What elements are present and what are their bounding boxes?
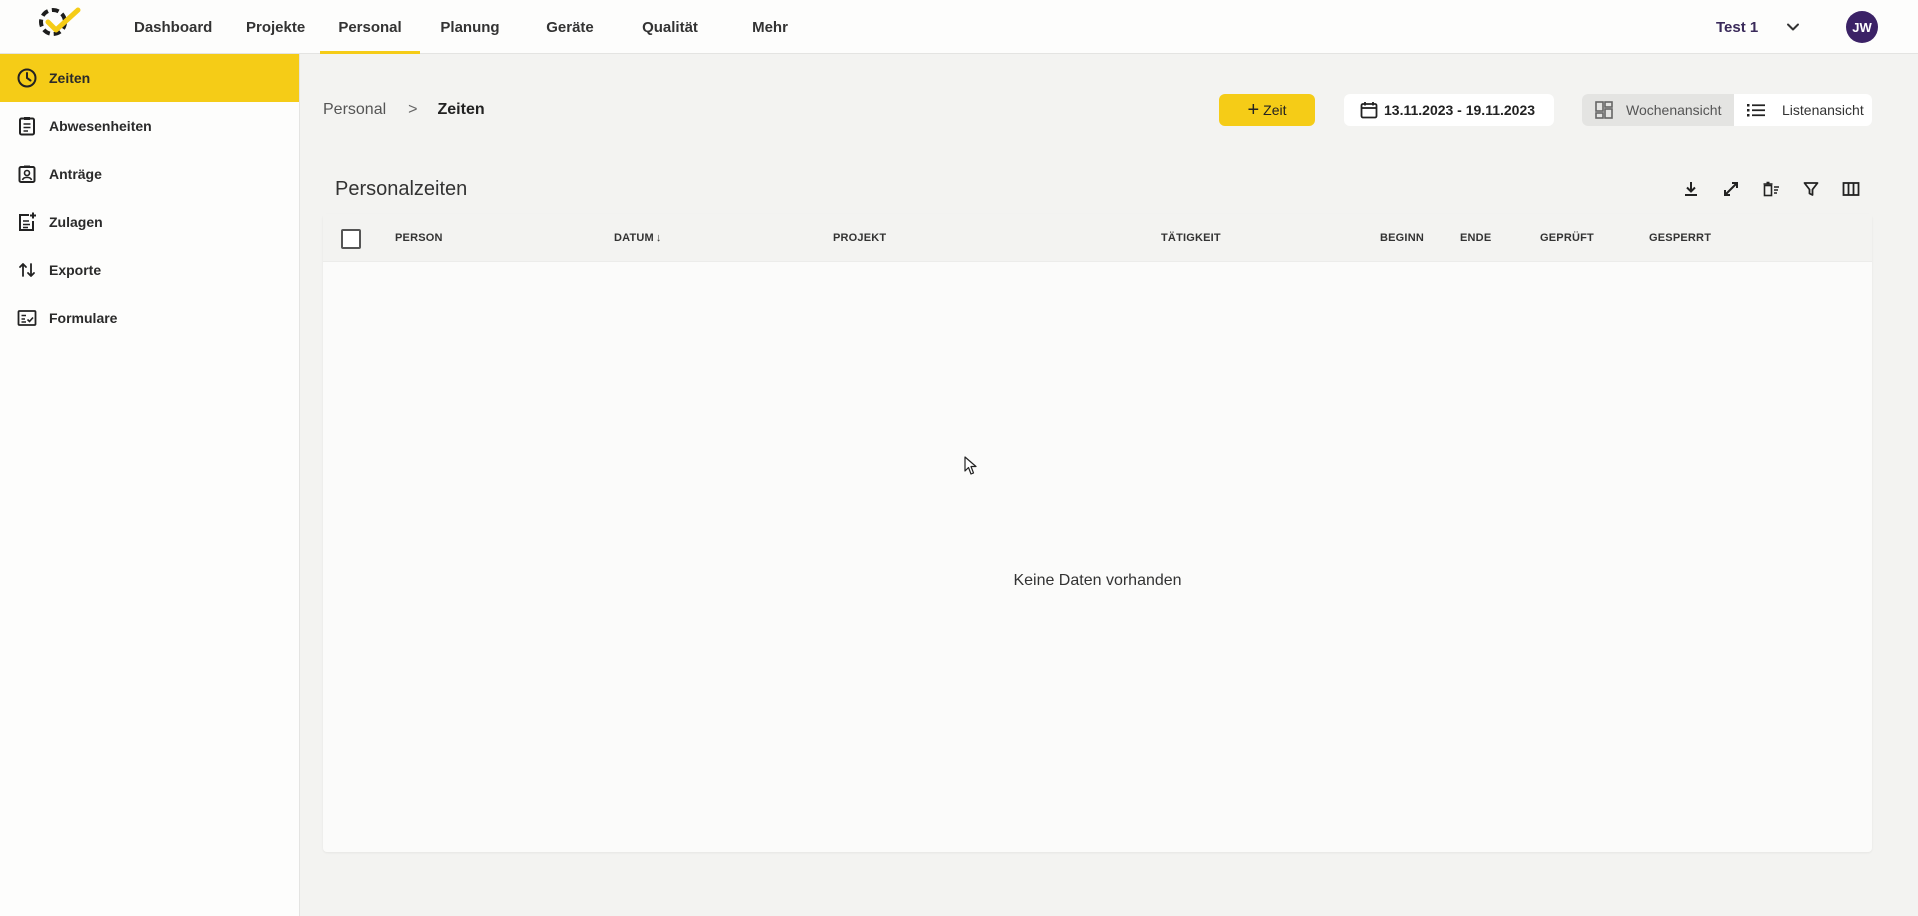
main-nav: Dashboard Projekte Personal Planung Gerä…	[114, 0, 820, 54]
column-label: GESPERRT	[1649, 232, 1712, 244]
column-header-datum[interactable]: DATUM ↓	[614, 214, 662, 262]
nav-label: Dashboard	[134, 18, 213, 36]
columns-icon[interactable]	[1840, 178, 1862, 200]
fullscreen-icon[interactable]	[1720, 178, 1742, 200]
add-note-icon	[16, 211, 38, 233]
column-label: BEGINN	[1380, 232, 1424, 244]
empty-state-message: Keine Daten vorhanden	[1013, 572, 1182, 589]
badge-icon	[16, 163, 38, 185]
week-view-button[interactable]: Wochenansicht	[1582, 94, 1734, 126]
delete-filter-icon[interactable]	[1760, 178, 1782, 200]
sidebar-item-label: Zulagen	[49, 214, 103, 230]
nav-qualitaet[interactable]: Qualität	[620, 0, 720, 54]
avatar-initials: JW	[1852, 19, 1872, 35]
table-title: Personalzeiten	[335, 178, 468, 200]
date-range-text: 13.11.2023 - 19.11.2023	[1384, 102, 1536, 118]
checklist-icon	[16, 307, 38, 329]
sort-down-icon: ↓	[655, 232, 662, 244]
column-label: TÄTIGKEIT	[1161, 232, 1221, 244]
chevron-down-icon	[1787, 23, 1800, 31]
filter-icon[interactable]	[1800, 178, 1822, 200]
nav-label: Projekte	[246, 18, 306, 36]
column-header-projekt[interactable]: PROJEKT	[833, 214, 886, 262]
column-label: PERSON	[395, 232, 443, 244]
breadcrumb-parent[interactable]: Personal	[323, 101, 386, 119]
dashboard-grid-icon	[1595, 101, 1613, 119]
column-header-beginn[interactable]: BEGINN	[1380, 214, 1424, 262]
nav-label: Mehr	[752, 18, 788, 36]
sidebar-item-zulagen[interactable]: Zulagen	[0, 198, 299, 246]
sidebar-item-formulare[interactable]: Formulare	[0, 294, 299, 342]
list-view-button[interactable]: Listenansicht	[1734, 94, 1872, 126]
column-label: DATUM	[614, 232, 654, 244]
nav-mehr[interactable]: Mehr	[720, 0, 820, 54]
nav-projekte[interactable]: Projekte	[242, 0, 320, 54]
sidebar-item-exporte[interactable]: Exporte	[0, 246, 299, 294]
add-time-label: Zeit	[1263, 102, 1287, 118]
nav-label: Personal	[338, 18, 402, 36]
table-header: PERSON DATUM ↓ PROJEKT TÄTIGKEIT BEGINN …	[323, 214, 1872, 262]
column-label: ENDE	[1460, 232, 1492, 244]
table-toolbar	[1680, 178, 1862, 200]
breadcrumb-separator: >	[408, 101, 418, 118]
column-header-taetigkeit[interactable]: TÄTIGKEIT	[1161, 214, 1221, 262]
nav-dashboard[interactable]: Dashboard	[114, 0, 242, 54]
list-icon	[1747, 104, 1765, 117]
clock-icon	[16, 67, 38, 89]
column-header-geprueft[interactable]: GEPRÜFT	[1540, 214, 1594, 262]
download-icon[interactable]	[1680, 178, 1702, 200]
view-toggle: Wochenansicht Listenansicht	[1582, 94, 1872, 126]
top-bar: Dashboard Projekte Personal Planung Gerä…	[0, 0, 1918, 54]
sidebar-item-label: Anträge	[49, 166, 102, 182]
add-time-button[interactable]: + Zeit	[1219, 94, 1315, 126]
swap-vertical-icon	[16, 259, 38, 281]
column-label: GEPRÜFT	[1540, 232, 1594, 244]
list-view-label: Listenansicht	[1782, 102, 1864, 118]
column-header-gesperrt[interactable]: GESPERRT	[1649, 214, 1711, 262]
sidebar: Zeiten Abwesenheiten Anträge Zulagen Exp…	[0, 54, 300, 916]
calendar-icon	[1360, 102, 1378, 119]
sidebar-item-antraege[interactable]: Anträge	[0, 150, 299, 198]
plus-icon: +	[1247, 99, 1260, 121]
logo-icon	[39, 7, 81, 36]
mouse-cursor-icon	[964, 456, 977, 475]
week-view-label: Wochenansicht	[1626, 102, 1722, 118]
app-root: Dashboard Projekte Personal Planung Gerä…	[0, 0, 1918, 916]
nav-geraete[interactable]: Geräte	[520, 0, 620, 54]
select-all-checkbox[interactable]	[341, 229, 361, 249]
avatar[interactable]: JW	[1846, 11, 1878, 43]
clipboard-icon	[16, 115, 38, 137]
nav-label: Qualität	[642, 18, 698, 36]
date-range-picker[interactable]: 13.11.2023 - 19.11.2023	[1344, 94, 1554, 126]
column-header-ende[interactable]: ENDE	[1460, 214, 1491, 262]
sidebar-item-abwesenheiten[interactable]: Abwesenheiten	[0, 102, 299, 150]
table-card: PERSON DATUM ↓ PROJEKT TÄTIGKEIT BEGINN …	[323, 214, 1872, 852]
tenant-name: Test 1	[1716, 18, 1759, 36]
breadcrumb-current: Zeiten	[437, 101, 485, 118]
column-label: PROJEKT	[833, 232, 887, 244]
nav-label: Geräte	[546, 18, 594, 36]
sidebar-item-label: Formulare	[49, 310, 118, 326]
breadcrumb: Personal > Zeiten	[323, 98, 485, 122]
nav-personal[interactable]: Personal	[320, 0, 420, 54]
sidebar-item-label: Abwesenheiten	[49, 118, 152, 134]
column-header-person[interactable]: PERSON	[395, 214, 443, 262]
sidebar-item-zeiten[interactable]: Zeiten	[0, 54, 299, 102]
sidebar-item-label: Exporte	[49, 262, 102, 278]
nav-planung[interactable]: Planung	[420, 0, 520, 54]
tenant-switcher[interactable]: Test 1	[1716, 0, 1800, 54]
nav-label: Planung	[440, 18, 500, 36]
sidebar-item-label: Zeiten	[49, 70, 91, 86]
